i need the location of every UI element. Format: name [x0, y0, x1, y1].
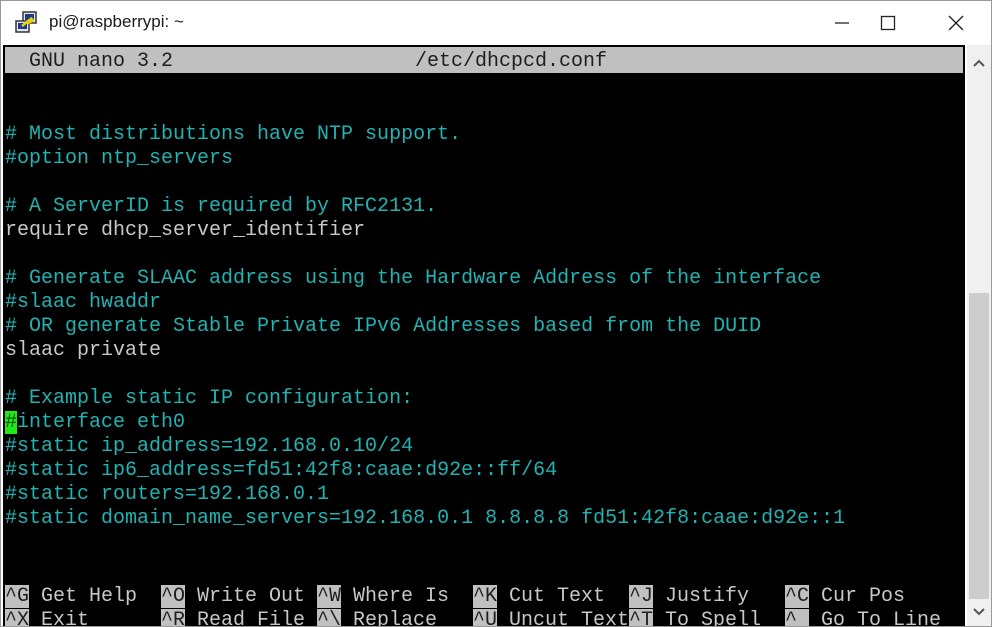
shortcut-label: To Spell: [653, 609, 762, 626]
shortcut-key: ^U: [473, 609, 498, 626]
shortcut-label: Read File: [185, 609, 306, 626]
shortcut-label: Uncut Text: [497, 609, 630, 626]
shortcut-uncut-text[interactable]: ^U Uncut Text: [473, 609, 629, 626]
close-icon: [948, 15, 964, 31]
shortcut-justify[interactable]: ^J Justify: [629, 585, 749, 609]
shortcut-go-to-line[interactable]: ^_ Go To Line: [785, 609, 941, 626]
close-button[interactable]: [933, 1, 979, 45]
shortcut-to-spell[interactable]: ^T To Spell: [629, 609, 761, 626]
shortcut-label: Justify: [653, 585, 750, 608]
editor-line[interactable]: # Example static IP configuration:: [5, 387, 413, 411]
shortcut-get-help[interactable]: ^G Get Help: [5, 585, 137, 609]
shortcut-key: ^X: [5, 609, 30, 626]
editor-line[interactable]: # A ServerID is required by RFC2131.: [5, 195, 437, 219]
shortcut-key: ^R: [161, 609, 186, 626]
editor-line[interactable]: #static ip_address=192.168.0.10/24: [5, 435, 413, 459]
shortcut-key: ^W: [317, 585, 342, 608]
editor-line[interactable]: require dhcp_server_identifier: [5, 219, 365, 243]
chevron-down-icon: [973, 608, 985, 616]
shortcut-key: ^J: [629, 585, 654, 608]
shortcut-label: Get Help: [29, 585, 138, 608]
shortcut-key: ^O: [161, 585, 186, 608]
editor-line[interactable]: #option ntp_servers: [5, 147, 233, 171]
editor-line[interactable]: slaac private: [5, 339, 161, 363]
editor-line[interactable]: #static ip6_address=fd51:42f8:caae:d92e:…: [5, 459, 557, 483]
editor-line[interactable]: #static domain_name_servers=192.168.0.1 …: [5, 507, 845, 531]
shortcut-label: Cut Text: [497, 585, 606, 608]
terminal-area[interactable]: GNU nano 3.2 /etc/dhcpcd.conf # Most dis…: [3, 45, 965, 626]
shortcut-key: ^_: [785, 609, 810, 626]
shortcut-label: Exit: [29, 609, 90, 626]
editor-line[interactable]: #static routers=192.168.0.1: [5, 483, 329, 507]
shortcut-read-file[interactable]: ^R Read File: [161, 609, 305, 626]
window-title: pi@raspberrypi: ~: [49, 12, 184, 31]
shortcut-key: ^G: [5, 585, 30, 608]
title-bar[interactable]: pi@raspberrypi: ~: [1, 1, 991, 45]
shortcut-key: ^\: [317, 609, 342, 626]
scroll-down-button[interactable]: [967, 600, 991, 624]
shortcut-cur-pos[interactable]: ^C Cur Pos: [785, 585, 905, 609]
nano-header: GNU nano 3.2 /etc/dhcpcd.conf: [5, 47, 963, 73]
shortcut-label: Go To Line: [809, 609, 942, 626]
editor-line[interactable]: # OR generate Stable Private IPv6 Addres…: [5, 315, 761, 339]
text-cursor: #: [5, 411, 18, 434]
chevron-up-icon: [973, 59, 985, 67]
shortcut-key: ^T: [629, 609, 654, 626]
maximize-button[interactable]: [865, 1, 911, 45]
editor-line[interactable]: # Most distributions have NTP support.: [5, 123, 461, 147]
shortcut-key: ^C: [785, 585, 810, 608]
vertical-scrollbar[interactable]: [967, 45, 991, 626]
editor-line[interactable]: #interface eth0: [5, 411, 185, 435]
scroll-up-button[interactable]: [967, 51, 991, 75]
nano-version: GNU nano 3.2: [29, 50, 174, 73]
shortcut-key: ^K: [473, 585, 498, 608]
shortcut-write-out[interactable]: ^O Write Out: [161, 585, 305, 609]
file-name: /etc/dhcpcd.conf: [415, 50, 608, 73]
shortcut-label: Replace: [341, 609, 438, 626]
scrollbar-thumb[interactable]: [969, 293, 989, 599]
shortcut-label: Write Out: [185, 585, 306, 608]
shortcut-label: Where Is: [341, 585, 450, 608]
minimize-icon: [835, 22, 849, 24]
shortcut-exit[interactable]: ^X Exit: [5, 609, 89, 626]
putty-icon[interactable]: [14, 11, 40, 35]
minimize-button[interactable]: [819, 1, 865, 45]
shortcut-where-is[interactable]: ^W Where Is: [317, 585, 449, 609]
maximize-icon: [880, 15, 896, 31]
shortcut-cut-text[interactable]: ^K Cut Text: [473, 585, 605, 609]
editor-line[interactable]: #slaac hwaddr: [5, 291, 161, 315]
editor-line[interactable]: # Generate SLAAC address using the Hardw…: [5, 267, 821, 291]
shortcut-replace[interactable]: ^\ Replace: [317, 609, 437, 626]
terminal-window: pi@raspberrypi: ~ GNU nano 3.2 /etc/dhcp…: [0, 0, 992, 627]
shortcut-label: Cur Pos: [809, 585, 906, 608]
